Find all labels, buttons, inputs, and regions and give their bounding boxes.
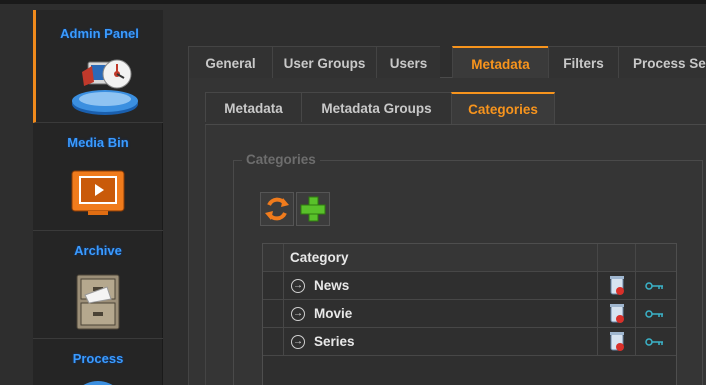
nav-item-archive[interactable]: Archive: [33, 231, 163, 339]
nav-item-label: Archive: [74, 243, 122, 258]
categories-groupbox: Categories Category → News → Movie → Ser…: [233, 152, 703, 385]
tab-metadata-groups[interactable]: Metadata Groups: [301, 92, 451, 122]
arrow-right-icon: →: [291, 279, 305, 293]
delete-button[interactable]: [597, 300, 635, 328]
tab-general[interactable]: General: [188, 46, 272, 78]
nav-item-label: Admin Panel: [60, 26, 139, 41]
permissions-button[interactable]: [635, 328, 673, 356]
arrow-right-icon: →: [291, 335, 305, 349]
nav-item-label: Media Bin: [67, 135, 129, 150]
tab-metadata-fields[interactable]: Metadata: [205, 92, 301, 122]
admin-panel-icon: [72, 59, 138, 115]
tab-user-groups[interactable]: User Groups: [272, 46, 376, 78]
left-navigation: Admin Panel Media Bin Archive Process: [33, 10, 163, 385]
tab-users[interactable]: Users: [376, 46, 440, 78]
delete-icon: [610, 304, 624, 323]
tab-categories[interactable]: Categories: [451, 92, 555, 124]
refresh-icon: [265, 197, 289, 221]
media-bin-icon: [71, 170, 125, 215]
permissions-button[interactable]: [635, 300, 673, 328]
permissions-button[interactable]: [635, 272, 673, 300]
refresh-button[interactable]: [260, 192, 294, 226]
nav-item-media-bin[interactable]: Media Bin: [33, 123, 163, 231]
nav-item-admin-panel[interactable]: Admin Panel: [33, 10, 163, 123]
table-row[interactable]: → Series: [263, 328, 676, 356]
tab-filters[interactable]: Filters: [548, 46, 618, 78]
categories-panel: Categories Category → News → Movie → Ser…: [205, 124, 706, 385]
groupbox-title: Categories: [242, 152, 320, 167]
nav-item-label: Process: [72, 351, 124, 366]
add-category-button[interactable]: [296, 192, 330, 226]
key-icon: [645, 282, 663, 290]
sub-tab-bar: Metadata Metadata Groups Categories: [205, 92, 706, 124]
nav-item-process[interactable]: Process: [33, 339, 163, 385]
delete-button[interactable]: [597, 272, 635, 300]
tab-process-settings[interactable]: Process Se: [618, 46, 706, 78]
archive-cabinet-icon: [76, 274, 120, 330]
table-row[interactable]: → News: [263, 272, 676, 300]
delete-icon: [610, 332, 624, 351]
delete-button[interactable]: [597, 328, 635, 356]
arrow-right-icon: →: [291, 307, 305, 321]
process-icon: [83, 381, 113, 385]
category-name: Movie: [314, 306, 353, 321]
metadata-panel: Metadata Metadata Groups Categories Cate…: [188, 78, 706, 385]
main-tab-bar: General User Groups Users Metadata Filte…: [188, 46, 706, 78]
app-window: Admin Panel Media Bin Archive Process Ge…: [0, 0, 706, 385]
add-icon: [300, 196, 326, 222]
key-icon: [645, 338, 663, 346]
column-header-category: Category: [290, 250, 349, 265]
table-row[interactable]: → Movie: [263, 300, 676, 328]
key-icon: [645, 310, 663, 318]
category-name: Series: [314, 334, 355, 349]
grid-header-row: Category: [263, 244, 676, 272]
tab-metadata[interactable]: Metadata: [452, 46, 548, 78]
category-name: News: [314, 278, 350, 293]
delete-icon: [610, 276, 624, 295]
main-content: General User Groups Users Metadata Filte…: [188, 46, 706, 385]
categories-grid: Category → News → Movie → Series: [262, 243, 677, 385]
